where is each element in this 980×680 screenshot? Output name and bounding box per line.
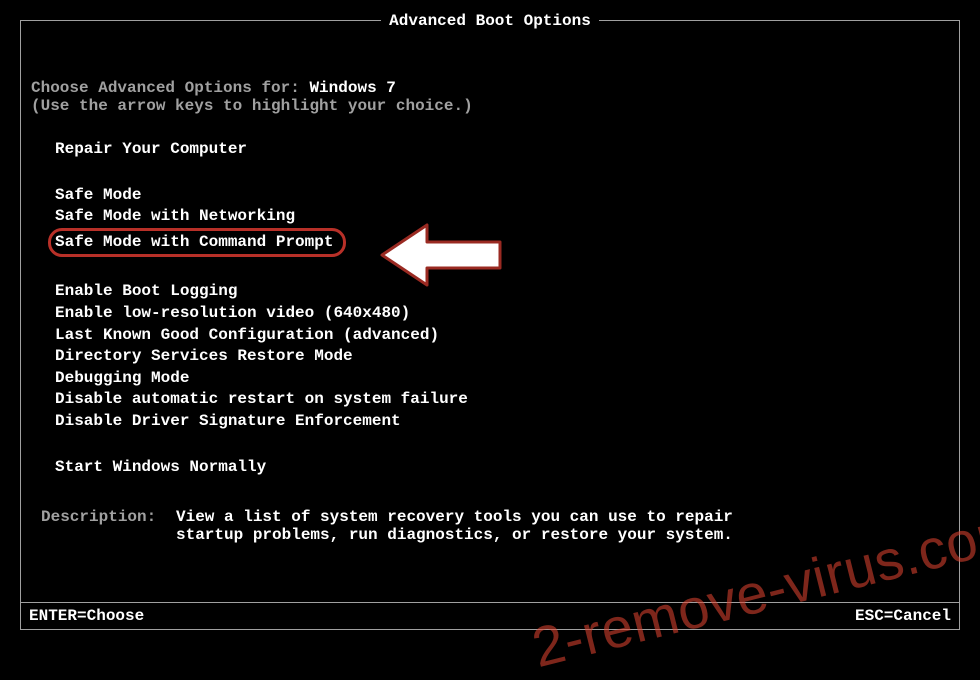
- footer-esc-hint: ESC=Cancel: [855, 607, 951, 625]
- description-label: Description:: [41, 508, 176, 544]
- menu-item-last-known-good[interactable]: Last Known Good Configuration (advanced): [55, 325, 949, 347]
- description-text: View a list of system recovery tools you…: [176, 508, 736, 544]
- menu-item-safe-mode[interactable]: Safe Mode: [55, 185, 949, 207]
- menu-item-disable-driver-sig[interactable]: Disable Driver Signature Enforcement: [55, 411, 949, 433]
- menu-item-low-res-video[interactable]: Enable low-resolution video (640x480): [55, 303, 949, 325]
- menu-item-start-windows-normally[interactable]: Start Windows Normally: [55, 457, 949, 479]
- menu-group-repair: Repair Your Computer: [55, 139, 949, 161]
- screen-frame: Choose Advanced Options for: Windows 7 (…: [20, 20, 960, 630]
- menu-item-directory-restore[interactable]: Directory Services Restore Mode: [55, 346, 949, 368]
- menu-group-start: Start Windows Normally: [55, 457, 949, 479]
- menu-group-options: Enable Boot Logging Enable low-resolutio…: [55, 281, 949, 432]
- choose-target: Windows 7: [309, 79, 395, 97]
- menu-item-debugging-mode[interactable]: Debugging Mode: [55, 368, 949, 390]
- content-area: Choose Advanced Options for: Windows 7 (…: [21, 21, 959, 570]
- menu-item-disable-auto-restart[interactable]: Disable automatic restart on system fail…: [55, 389, 949, 411]
- selection-highlight-ring: Safe Mode with Command Prompt: [48, 228, 346, 258]
- arrow-key-instruction: (Use the arrow keys to highlight your ch…: [31, 97, 949, 115]
- screen-title: Advanced Boot Options: [381, 12, 599, 30]
- annotation-arrow-left-icon: [372, 210, 522, 290]
- menu-item-repair-your-computer[interactable]: Repair Your Computer: [55, 139, 949, 161]
- choose-line: Choose Advanced Options for: Windows 7: [31, 79, 949, 97]
- menu-item-label: Safe Mode with Command Prompt: [55, 233, 333, 251]
- footer-bar: ENTER=Choose ESC=Cancel: [20, 602, 960, 630]
- choose-prefix: Choose Advanced Options for:: [31, 79, 309, 97]
- description-block: Description: View a list of system recov…: [31, 508, 949, 544]
- footer-enter-hint: ENTER=Choose: [29, 607, 144, 625]
